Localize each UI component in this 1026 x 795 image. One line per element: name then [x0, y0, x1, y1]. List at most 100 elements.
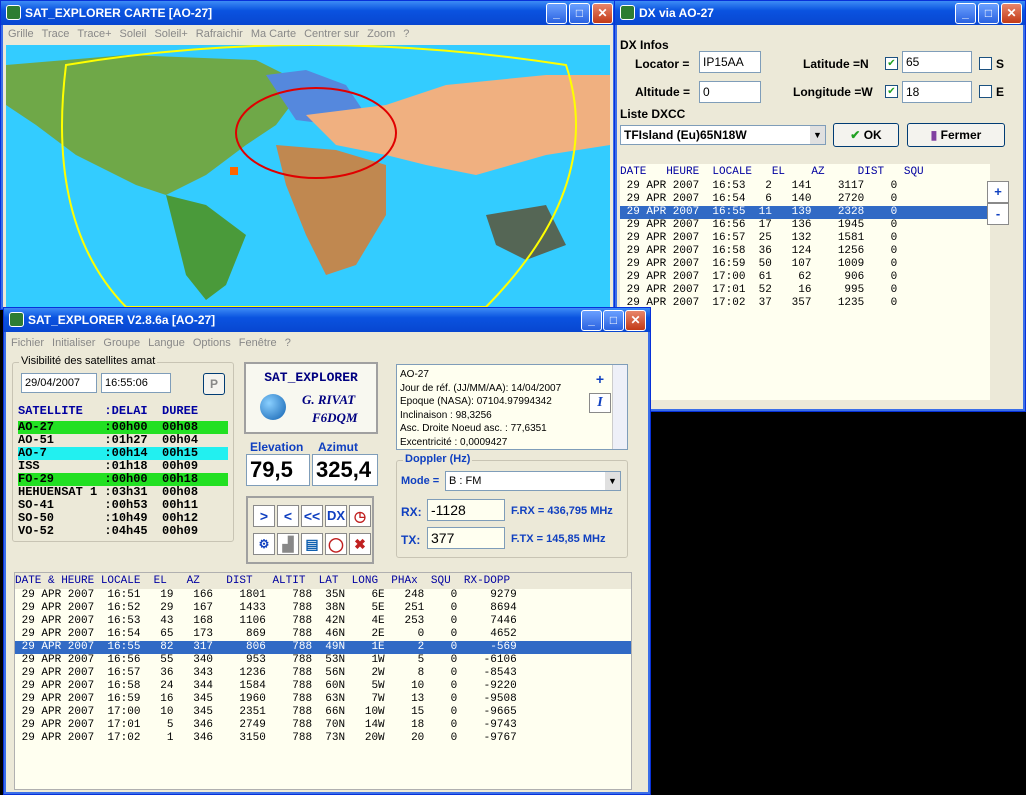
latitude-checkbox[interactable]: ✔: [885, 57, 898, 70]
main-menu-item[interactable]: Fenêtre: [239, 337, 277, 349]
close-button[interactable]: ✕: [1001, 3, 1022, 24]
minus-button[interactable]: -: [987, 203, 1009, 225]
dx-table-row[interactable]: 29 APR 2007 17:00 61 62 906 0: [620, 271, 990, 284]
pass-table-row[interactable]: 29 APR 2007 17:01 5 346 2749 788 70N 14W…: [15, 719, 631, 732]
plus-button[interactable]: +: [987, 181, 1009, 203]
map-menu-item[interactable]: Rafraichir: [196, 28, 243, 40]
map-menu-item[interactable]: Soleil: [120, 28, 147, 40]
ok-button[interactable]: ✔ OK: [833, 123, 899, 147]
dx-table-row[interactable]: 29 APR 2007 17:02 37 357 1235 0: [620, 297, 990, 310]
map-menu-item[interactable]: ?: [403, 28, 409, 40]
satellite-list-item[interactable]: VO-52 :04h45 00h09: [18, 525, 228, 538]
forward-button[interactable]: >: [253, 505, 275, 527]
dx-table-row[interactable]: 29 APR 2007 16:55 11 139 2328 0: [620, 206, 990, 219]
doppler-group: Doppler (Hz) Mode = B : FM ▼ RX: -1128 F.…: [396, 453, 628, 558]
satellite-list-header: SATELLITE :DELAI DUREE: [18, 404, 199, 418]
date-field[interactable]: 29/04/2007: [21, 373, 97, 393]
time-field[interactable]: 16:55:06: [101, 373, 171, 393]
delete-icon[interactable]: ✖: [349, 533, 371, 555]
maximize-button[interactable]: □: [603, 310, 624, 331]
map-menu-item[interactable]: Zoom: [367, 28, 395, 40]
ellipse-icon[interactable]: ◯: [325, 533, 347, 555]
chevron-down-icon[interactable]: ▼: [810, 126, 825, 144]
main-menu-item[interactable]: Groupe: [103, 337, 140, 349]
azimut-value: 325,4: [312, 454, 378, 486]
longitude-checkbox[interactable]: ✔: [885, 85, 898, 98]
orbit-info-line: Excentricité : 0,0009427: [400, 436, 508, 448]
dx-table-row[interactable]: 29 APR 2007 16:56 17 136 1945 0: [620, 219, 990, 232]
pass-table-row[interactable]: 29 APR 2007 16:54 65 173 869 788 46N 2E …: [15, 628, 631, 641]
control-panel: > < << DX ◷ ⚙ ▟ ▤ ◯ ✖: [246, 496, 374, 564]
pass-table-row[interactable]: 29 APR 2007 16:57 36 343 1236 788 56N 2W…: [15, 667, 631, 680]
map-menu-item[interactable]: Centrer sur: [304, 28, 359, 40]
mode-select[interactable]: B : FM ▼: [445, 471, 621, 491]
main-menu-item[interactable]: Fichier: [11, 337, 44, 349]
pass-table-row[interactable]: 29 APR 2007 16:59 16 345 1960 788 63N 7W…: [15, 693, 631, 706]
e-checkbox[interactable]: [979, 85, 992, 98]
pass-table-row[interactable]: 29 APR 2007 17:00 10 345 2351 788 66N 10…: [15, 706, 631, 719]
altitude-field[interactable]: 0: [699, 81, 761, 103]
map-menu-item[interactable]: Trace+: [77, 28, 111, 40]
longitude-field[interactable]: 18: [902, 81, 972, 103]
dx-window-title: DX via AO-27: [639, 6, 714, 20]
locator-field[interactable]: IP15AA: [699, 51, 761, 73]
azimut-label: Azimut: [318, 440, 358, 454]
dx-table-row[interactable]: 29 APR 2007 17:01 52 16 995 0: [620, 284, 990, 297]
maximize-button[interactable]: □: [978, 3, 999, 24]
main-menu-item[interactable]: Langue: [148, 337, 185, 349]
dx-table-row[interactable]: 29 APR 2007 16:53 2 141 3117 0: [620, 180, 990, 193]
map-menu-item[interactable]: Soleil+: [154, 28, 187, 40]
add-icon[interactable]: +: [589, 370, 611, 390]
dx-table-row[interactable]: 29 APR 2007 16:59 50 107 1009 0: [620, 258, 990, 271]
longitude-label: Longitude =W: [793, 85, 873, 99]
pass-table-row[interactable]: 29 APR 2007 16:53 43 168 1106 788 42N 4E…: [15, 615, 631, 628]
doppler-label: Doppler (Hz): [403, 453, 473, 465]
minimize-button[interactable]: _: [546, 3, 567, 24]
map-menu-item[interactable]: Trace: [42, 28, 70, 40]
main-window: SAT_EXPLORER V2.8.6a [AO-27] _ ✕ □ Fichi…: [3, 307, 651, 795]
map-menu-item[interactable]: Ma Carte: [251, 28, 296, 40]
dx-table-row[interactable]: 29 APR 2007 16:54 6 140 2720 0: [620, 193, 990, 206]
main-menu-item[interactable]: Initialiser: [52, 337, 95, 349]
dx-table-row[interactable]: 29 APR 2007 16:58 36 124 1256 0: [620, 245, 990, 258]
info-icon[interactable]: I: [589, 393, 611, 413]
clock-icon[interactable]: ◷: [349, 505, 371, 527]
fermer-button[interactable]: ▮ Fermer: [907, 123, 1005, 147]
dx-button[interactable]: DX: [325, 505, 347, 527]
map-window-titlebar[interactable]: SAT_EXPLORER CARTE [AO-27] _ □ ✕: [1, 1, 615, 25]
pass-table-row[interactable]: 29 APR 2007 16:58 24 344 1584 788 60N 5W…: [15, 680, 631, 693]
latitude-field[interactable]: 65: [902, 51, 972, 73]
close-button[interactable]: ✕: [625, 310, 646, 331]
pass-table-row[interactable]: 29 APR 2007 16:55 82 317 806 788 49N 1E …: [15, 641, 631, 654]
dx-table-row[interactable]: 29 APR 2007 16:57 25 132 1581 0: [620, 232, 990, 245]
pass-table-row[interactable]: 29 APR 2007 16:56 55 340 953 788 53N 1W …: [15, 654, 631, 667]
ftx-value: F.TX = 145,85 MHz: [511, 533, 606, 545]
s-checkbox[interactable]: [979, 57, 992, 70]
chevron-down-icon[interactable]: ▼: [605, 472, 620, 490]
world-map[interactable]: [6, 45, 610, 307]
info-scrollbar[interactable]: [612, 365, 627, 449]
close-button[interactable]: ✕: [592, 3, 613, 24]
minimize-button[interactable]: _: [955, 3, 976, 24]
visibility-group: Visibilité des satellites amat 29/04/200…: [12, 355, 234, 542]
back-button[interactable]: <: [277, 505, 299, 527]
maximize-button[interactable]: □: [569, 3, 590, 24]
main-menu-item[interactable]: Options: [193, 337, 231, 349]
p-button[interactable]: P: [203, 373, 225, 395]
main-window-titlebar[interactable]: SAT_EXPLORER V2.8.6a [AO-27] _ ✕ □: [4, 308, 650, 332]
rewind-button[interactable]: <<: [301, 505, 323, 527]
pass-table-row[interactable]: 29 APR 2007 16:51 19 166 1801 788 35N 6E…: [15, 589, 631, 602]
tx-field[interactable]: 377: [427, 527, 505, 549]
dx-window-titlebar[interactable]: DX via AO-27 _ □ ✕: [615, 1, 1025, 25]
map-menu-item[interactable]: Grille: [8, 28, 34, 40]
satellite-list[interactable]: AO-27 :00h00 00h08 AO-51 :01h27 00h04 AO-7…: [18, 421, 228, 538]
minimize-button[interactable]: _: [581, 310, 602, 331]
printer-icon[interactable]: ▤: [301, 533, 323, 555]
rx-field[interactable]: -1128: [427, 499, 505, 521]
dxcc-select[interactable]: TFIsland (Eu)65N18W ▼: [620, 125, 826, 145]
pass-table-row[interactable]: 29 APR 2007 16:52 29 167 1433 788 38N 5E…: [15, 602, 631, 615]
main-menu-item[interactable]: ?: [285, 337, 291, 349]
stairs-icon[interactable]: ▟: [277, 533, 299, 555]
gear-icon[interactable]: ⚙: [253, 533, 275, 555]
pass-table-row[interactable]: 29 APR 2007 17:02 1 346 3150 788 73N 20W…: [15, 732, 631, 745]
